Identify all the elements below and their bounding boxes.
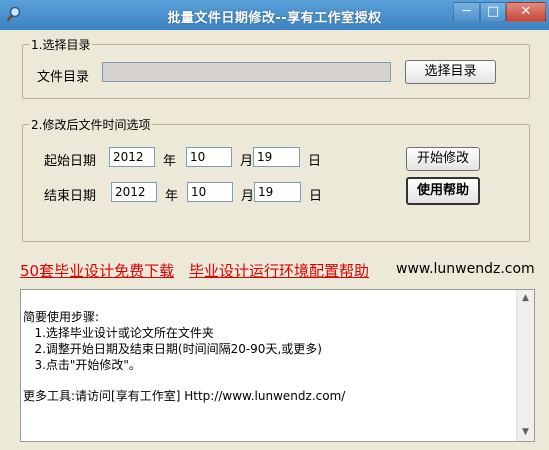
select-directory-button[interactable]: 选择目录 <box>405 60 496 84</box>
end-day-unit: 日 <box>309 189 323 204</box>
start-year-unit: 年 <box>163 154 177 169</box>
start-day-field[interactable]: 19 <box>253 147 300 167</box>
start-date-label: 起始日期 <box>44 154 97 169</box>
start-year-field[interactable]: 2012 <box>109 147 155 167</box>
end-month-unit: 月 <box>241 189 255 204</box>
group-time-options-legend: 2.修改后文件时间选项 <box>29 116 153 133</box>
vertical-scrollbar[interactable]: ▲ ▼ <box>516 290 534 441</box>
end-date-label: 结束日期 <box>44 189 97 204</box>
instruction-line: 3.点击"开始修改"。 <box>23 358 141 372</box>
group-time-options: 2.修改后文件时间选项 起始日期 2012 年 10 月 19 日 开始修改 结… <box>22 116 530 242</box>
end-year-unit: 年 <box>165 189 179 204</box>
instructions-text-area[interactable]: 简要使用步骤: 1.选择毕业设计或论文所在文件夹 2.调整开始日期及结束日期(时… <box>20 289 535 442</box>
end-day-field[interactable]: 19 <box>254 182 301 202</box>
help-button[interactable]: 使用帮助 <box>406 177 480 205</box>
website-label: www.lunwendz.com <box>396 261 535 277</box>
environment-help-link[interactable]: 毕业设计运行环境配置帮助 <box>189 260 369 281</box>
instruction-line: 1.选择毕业设计或论文所在文件夹 <box>23 326 214 340</box>
directory-field[interactable] <box>102 62 391 82</box>
end-year-field[interactable]: 2012 <box>111 182 157 202</box>
start-month-field[interactable]: 10 <box>186 147 232 167</box>
directory-label: 文件目录 <box>37 70 90 85</box>
scroll-down-icon[interactable]: ▼ <box>517 424 534 441</box>
maximize-button[interactable]: □ <box>480 2 506 22</box>
start-month-unit: 月 <box>240 154 254 169</box>
minimize-button[interactable]: ─ <box>453 2 480 22</box>
title-bar[interactable]: 批量文件日期修改--享有工作室授权 ─ □ ✕ <box>0 0 549 30</box>
instruction-line: 更多工具:请访问[享有工作室] Http://www.lunwendz.com/ <box>23 389 346 403</box>
free-download-link[interactable]: 50套毕业设计免费下载 <box>20 260 174 281</box>
instruction-line: 2.调整开始日期及结束日期(时间间隔20-90天,或更多) <box>23 342 322 356</box>
start-modify-button[interactable]: 开始修改 <box>406 147 480 171</box>
end-month-field[interactable]: 10 <box>187 182 233 202</box>
main-window: 批量文件日期修改--享有工作室授权 ─ □ ✕ 1.选择目录 文件目录 选择目录… <box>0 0 549 450</box>
instruction-line: 简要使用步骤: <box>23 310 100 324</box>
group-select-directory-legend: 1.选择目录 <box>29 36 93 53</box>
start-day-unit: 日 <box>308 154 322 169</box>
scroll-up-icon[interactable]: ▲ <box>517 290 534 307</box>
group-select-directory: 1.选择目录 文件目录 选择目录 <box>22 36 530 99</box>
client-area: 1.选择目录 文件目录 选择目录 2.修改后文件时间选项 起始日期 2012 年… <box>8 30 541 442</box>
close-button[interactable]: ✕ <box>506 2 546 22</box>
